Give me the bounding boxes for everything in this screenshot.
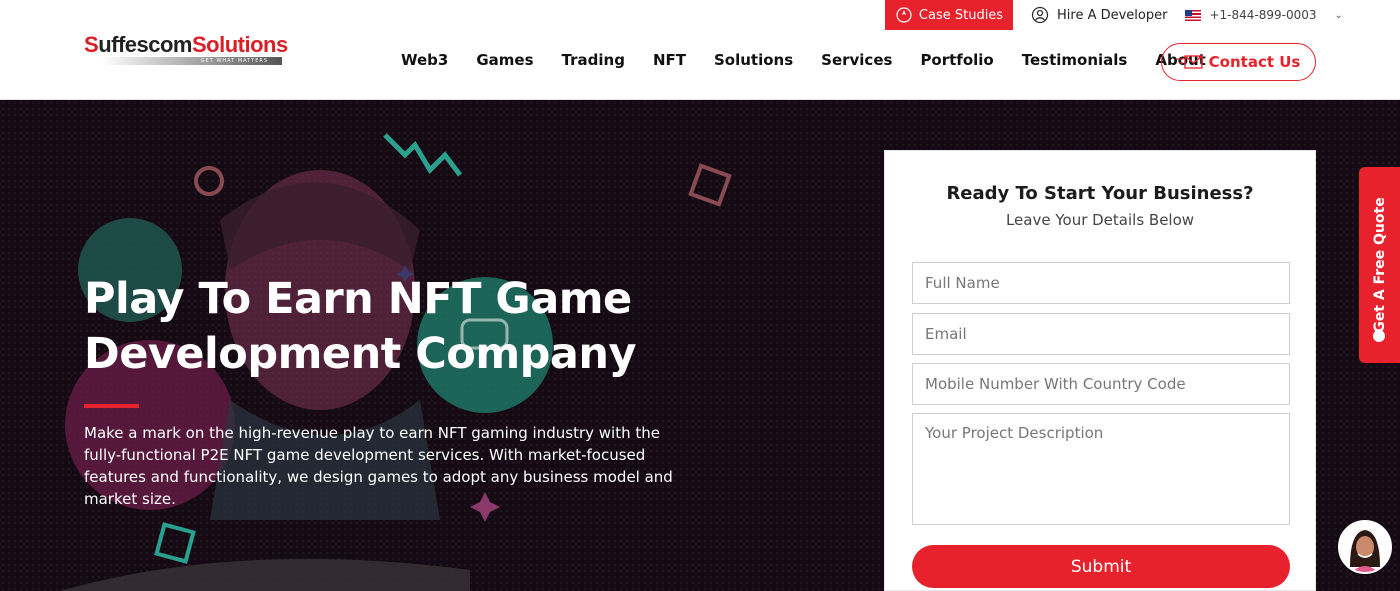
case-studies-label: Case Studies [918,7,1004,23]
hero-title-line-2: Development Company [84,329,637,379]
email-field[interactable] [912,313,1290,355]
user-icon [1031,6,1049,24]
project-description-field[interactable] [912,413,1290,525]
nav-item-testimonials[interactable]: Testimonials [1022,51,1128,69]
nav-item-solutions[interactable]: Solutions [714,51,793,69]
hire-developer-link[interactable]: Hire A Developer [1031,6,1167,24]
suffescom-logo[interactable]: SuffescomSolutions GET WHAT MATTERS [84,30,288,68]
nav-item-games[interactable]: Games [476,51,533,69]
nav-item-portfolio[interactable]: Portfolio [920,51,993,69]
form-subtitle: Leave Your Details Below [1005,211,1195,229]
hire-developer-label: Hire A Developer [1057,7,1168,23]
get-free-quote-label: Get A Free Quote [1371,197,1388,333]
contact-us-button[interactable]: Contact Us [1161,43,1316,81]
logo-name: uffescom [98,32,192,57]
agent-avatar-icon [1340,522,1390,572]
nav-item-services[interactable]: Services [821,51,892,69]
logo-letter: S [84,32,99,57]
envelope-icon [1176,55,1203,69]
chat-avatar[interactable] [1338,520,1392,574]
submit-button[interactable]: Submit [912,545,1290,588]
mobile-field[interactable] [912,363,1290,405]
case-studies-button[interactable]: Case Studies [885,0,1013,30]
logo-tagline: GET WHAT MATTERS [102,57,282,65]
form-title: Ready To Start Your Business? [946,183,1254,204]
chevron-down-icon: ⌄ [1334,9,1343,21]
phone-selector[interactable]: +1-844-899-0003 ⌄ [1185,8,1343,22]
quote-bullet-icon [1373,330,1385,342]
full-name-field[interactable] [912,262,1290,304]
hero-title-line-1: Play To Earn NFT Game [84,274,632,324]
lead-form: Ready To Start Your Business? Leave Your… [884,150,1316,591]
hero-title: Play To Earn NFT Game Development Compan… [84,272,724,382]
us-flag-icon [1185,9,1202,21]
get-free-quote-tab[interactable]: Get A Free Quote [1359,167,1400,363]
nav-item-nft[interactable]: NFT [653,51,686,69]
nav-item-trading[interactable]: Trading [562,51,625,69]
rocket-icon [896,7,912,23]
phone-number: +1-844-899-0003 [1209,8,1317,22]
contact-us-label: Contact Us [1208,53,1301,71]
main-nav: Web3 Games Trading NFT Solutions Service… [401,40,1234,80]
top-bar: Case Studies Hire A Developer +1-844-899… [885,0,1343,30]
hero-description: Make a mark on the high-revenue play to … [84,424,673,508]
site-header: SuffescomSolutions GET WHAT MATTERS Case… [0,0,1400,100]
nav-item-web3[interactable]: Web3 [401,51,448,69]
title-underline [84,404,139,408]
logo-solutions: Solutions [191,32,288,57]
